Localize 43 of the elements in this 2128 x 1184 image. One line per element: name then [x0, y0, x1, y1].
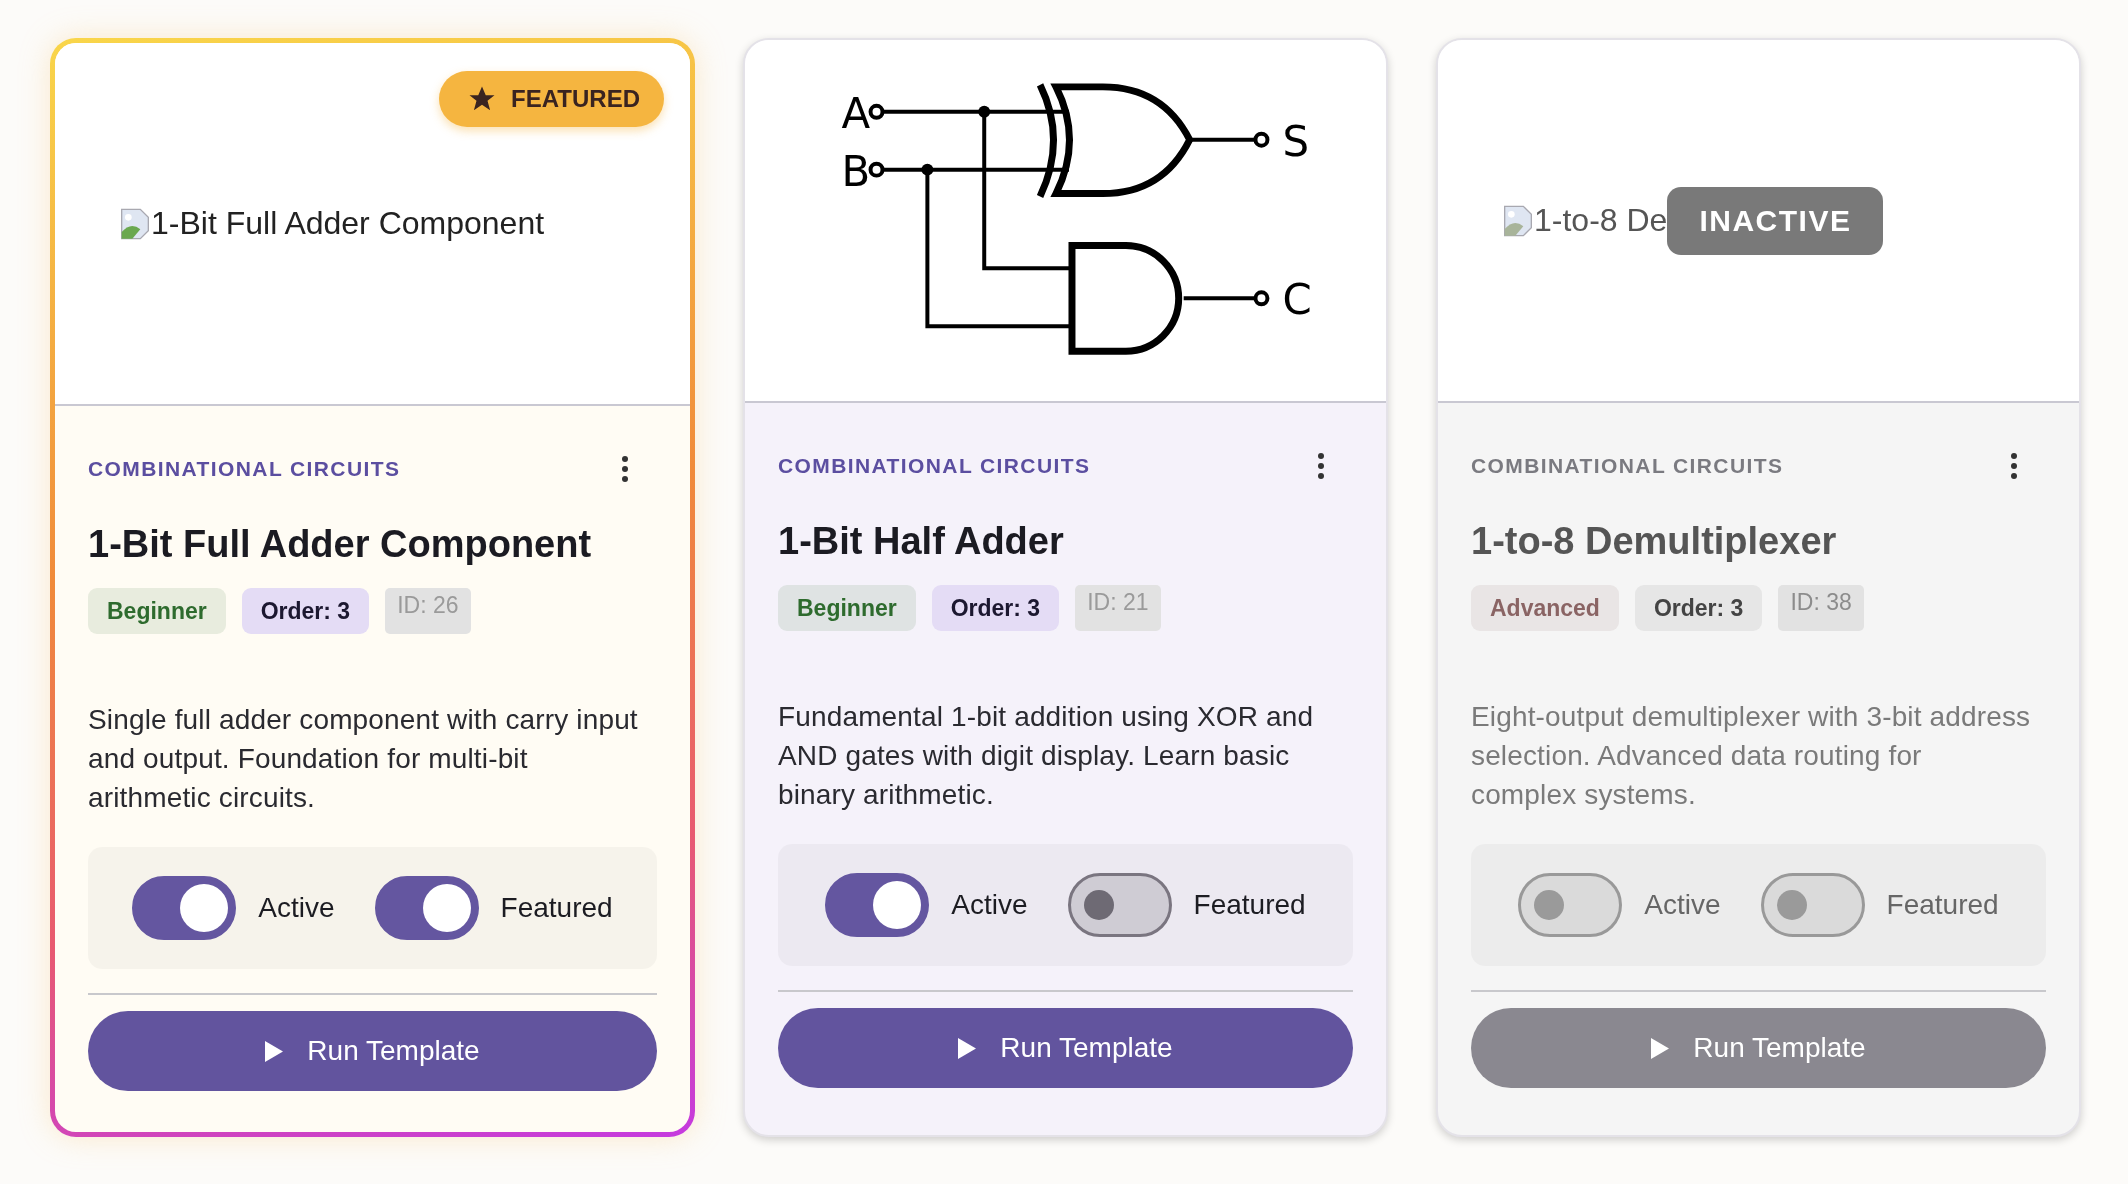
card-title: 1-to-8 Demultiplexer — [1471, 519, 1838, 564]
toggle-label: Featured — [1886, 889, 1999, 921]
more-options-icon[interactable] — [1317, 452, 1325, 480]
category-label: COMBINATIONAL CIRCUITS — [88, 457, 401, 481]
toggle-switch[interactable] — [825, 873, 930, 937]
card-title: 1-Bit Full Adder Component — [88, 522, 593, 567]
play-icon — [1651, 1037, 1670, 1059]
toggle-label: Featured — [1193, 889, 1306, 921]
description: Single full adder component with carry input and output. Foundation for multi-bit arithmetic circuits. — [88, 703, 639, 815]
toggle-switch[interactable] — [132, 876, 237, 940]
order-chip: Order: 3 — [1634, 585, 1763, 631]
circuit-label: C — [1282, 275, 1312, 325]
featured-badge: FEATURED — [439, 71, 664, 127]
level-chip: Beginner — [778, 585, 916, 631]
id-chip: ID: 26 — [385, 588, 471, 634]
play-icon — [265, 1040, 284, 1062]
level-chip: Beginner — [88, 588, 226, 634]
order-chip: Order: 3 — [931, 585, 1060, 631]
category-label: COMBINATIONAL CIRCUITS — [1471, 454, 1784, 478]
toggle-label: Active — [258, 892, 335, 924]
description: Eight-output demultiplexer with 3-bit address selection. Advanced data routing for complex systems. — [1471, 700, 2032, 812]
circuit-label: S — [1282, 116, 1309, 166]
id-chip: ID: 38 — [1778, 585, 1864, 631]
broken-image-icon — [119, 207, 151, 240]
broken-image-icon — [1502, 204, 1534, 237]
category-label: COMBINATIONAL CIRCUITS — [778, 454, 1091, 478]
card-title: 1-Bit Half Adder — [778, 519, 1065, 564]
run-template-button[interactable]: Run Template — [88, 1011, 657, 1091]
circuit-label: A — [841, 88, 871, 138]
toggle-label: Active — [1644, 889, 1721, 921]
circuit-label: B — [841, 146, 871, 196]
description: Fundamental 1-bit addition using XOR and AND gates with digit display. Learn basic binary arithmetic. — [778, 700, 1315, 812]
inactive-badge: INACTIVE — [1667, 186, 1884, 255]
level-chip: Advanced — [1471, 585, 1619, 631]
run-template-button[interactable]: Run Template — [778, 1008, 1353, 1088]
id-chip: ID: 21 — [1075, 585, 1161, 631]
play-icon — [958, 1037, 977, 1059]
toggle-label: Featured — [500, 892, 613, 924]
order-chip: Order: 3 — [241, 588, 370, 634]
image-alt-text: 1-to-8 De — [1534, 202, 1668, 239]
image-alt-text: 1-Bit Full Adder Component — [151, 205, 545, 242]
toggle-label: Active — [951, 889, 1028, 921]
more-options-icon[interactable] — [621, 455, 629, 483]
